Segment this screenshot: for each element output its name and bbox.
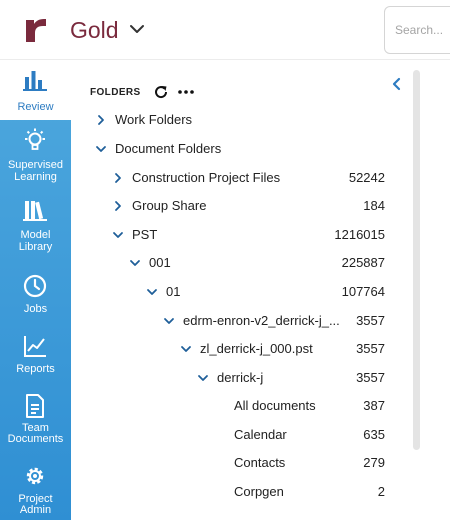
document-icon xyxy=(26,394,44,418)
tree-item-count: 225887 xyxy=(341,255,385,270)
collapse-panel-icon[interactable] xyxy=(389,76,405,92)
tree-item-count: 2 xyxy=(377,484,385,499)
brand-logo-icon[interactable] xyxy=(24,14,48,44)
tree-item-name: Construction Project Files xyxy=(132,170,281,185)
tree-row-edrm-enron[interactable]: edrm-enron-v2_derrick-j_... 3557 xyxy=(71,309,411,333)
tree-item-count: 52242 xyxy=(348,170,385,185)
tree-item-count: 3557 xyxy=(356,313,385,328)
chevron-right-icon[interactable] xyxy=(95,114,107,126)
tree-item-count: 107764 xyxy=(341,284,385,299)
tree-item-name: zl_derrick-j_000.pst xyxy=(200,341,313,356)
sidebar-nav: Review Supervised Learning Model Library… xyxy=(0,60,71,520)
chevron-down-icon[interactable] xyxy=(146,286,158,298)
chevron-down-icon[interactable] xyxy=(163,315,175,327)
top-header: Gold xyxy=(0,0,450,60)
tree-row-all-documents[interactable]: All documents 387 xyxy=(71,394,411,418)
sidebar-item-label: Review xyxy=(17,101,54,113)
books-icon xyxy=(23,201,47,221)
chevron-down-icon[interactable] xyxy=(95,143,107,155)
sidebar-item-label-line2: Admin xyxy=(19,504,52,516)
search-input[interactable] xyxy=(385,7,450,53)
bar-chart-icon xyxy=(23,71,47,91)
folders-panel: FOLDERS Work Folders Document Folders Co… xyxy=(71,60,450,520)
sidebar-item-supervised-learning[interactable]: Supervised Learning xyxy=(0,120,71,183)
chevron-down-icon[interactable] xyxy=(128,20,146,38)
sidebar-item-label-line1: Supervised xyxy=(7,159,64,171)
clock-icon xyxy=(23,274,47,298)
sidebar-item-reports[interactable]: Reports xyxy=(0,326,71,386)
sidebar-item-label-line2: Documents xyxy=(7,433,64,445)
workspace-title[interactable]: Gold xyxy=(70,16,119,44)
refresh-icon[interactable] xyxy=(153,84,169,100)
tree-item-name: 01 xyxy=(166,284,181,299)
tree-item-name: Contacts xyxy=(234,455,286,470)
chevron-right-icon[interactable] xyxy=(112,200,124,212)
sidebar-item-label-line1: Model xyxy=(20,229,51,241)
tree-row-work-folders[interactable]: Work Folders xyxy=(71,108,411,132)
chevron-down-icon[interactable] xyxy=(129,257,141,269)
chevron-down-icon[interactable] xyxy=(112,229,124,241)
vertical-scrollbar[interactable] xyxy=(413,70,420,450)
tree-row-pst[interactable]: PST 1216015 xyxy=(71,223,411,247)
tree-item-name: Calendar xyxy=(234,427,287,442)
tree-row-001[interactable]: 001 225887 xyxy=(71,251,411,275)
tree-item-name: Group Share xyxy=(132,198,207,213)
sidebar-item-review[interactable]: Review xyxy=(0,60,71,120)
app-window: Gold Review xyxy=(0,0,450,520)
sidebar-item-label-line2: Library xyxy=(18,241,53,253)
tree-row-group-share[interactable]: Group Share 184 xyxy=(71,194,411,218)
tree-item-name: 001 xyxy=(149,255,171,270)
lightbulb-icon xyxy=(25,128,45,150)
tree-item-name: PST xyxy=(132,227,158,242)
sidebar-item-jobs[interactable]: Jobs xyxy=(0,266,71,326)
line-chart-icon xyxy=(24,336,46,357)
panel-title: FOLDERS xyxy=(90,87,141,98)
more-options-icon[interactable] xyxy=(177,84,195,100)
tree-item-count: 1216015 xyxy=(334,227,385,242)
sidebar-item-model-library[interactable]: Model Library xyxy=(0,190,71,253)
tree-item-count: 635 xyxy=(363,427,385,442)
tree-item-count: 279 xyxy=(363,455,385,470)
tree-row-contacts[interactable]: Contacts 279 xyxy=(71,451,411,475)
sidebar-item-label: Reports xyxy=(16,363,55,375)
tree-item-name: Document Folders xyxy=(115,141,222,156)
chevron-down-icon[interactable] xyxy=(180,343,192,355)
tree-row-calendar[interactable]: Calendar 635 xyxy=(71,423,411,447)
tree-item-count: 387 xyxy=(363,398,385,413)
sidebar-item-team-documents[interactable]: Team Documents xyxy=(0,386,71,446)
sidebar-item-label-line2: Learning xyxy=(14,171,57,183)
chevron-down-icon[interactable] xyxy=(197,372,209,384)
tree-item-count: 184 xyxy=(363,198,385,213)
chevron-right-icon[interactable] xyxy=(112,172,124,184)
tree-row-document-folders[interactable]: Document Folders xyxy=(71,137,411,161)
tree-item-count: 3557 xyxy=(356,341,385,356)
tree-row-corpgen[interactable]: Corpgen 2 xyxy=(71,480,411,504)
tree-item-name: Work Folders xyxy=(115,112,193,127)
tree-row-zl-derrick-pst[interactable]: zl_derrick-j_000.pst 3557 xyxy=(71,337,411,361)
tree-row-derrick-j[interactable]: derrick-j 3557 xyxy=(71,366,411,390)
tree-row-01[interactable]: 01 107764 xyxy=(71,280,411,304)
tree-item-name: derrick-j xyxy=(217,370,264,385)
tree-item-count: 3557 xyxy=(356,370,385,385)
tree-item-name: All documents xyxy=(234,398,316,413)
gear-icon xyxy=(26,467,44,485)
sidebar-item-project-admin[interactable]: Project Admin xyxy=(0,456,71,516)
tree-item-name: Corpgen xyxy=(234,484,284,499)
sidebar-item-label: Jobs xyxy=(23,303,48,315)
tree-row-construction-project-files[interactable]: Construction Project Files 52242 xyxy=(71,166,411,190)
search-field[interactable] xyxy=(384,6,450,54)
